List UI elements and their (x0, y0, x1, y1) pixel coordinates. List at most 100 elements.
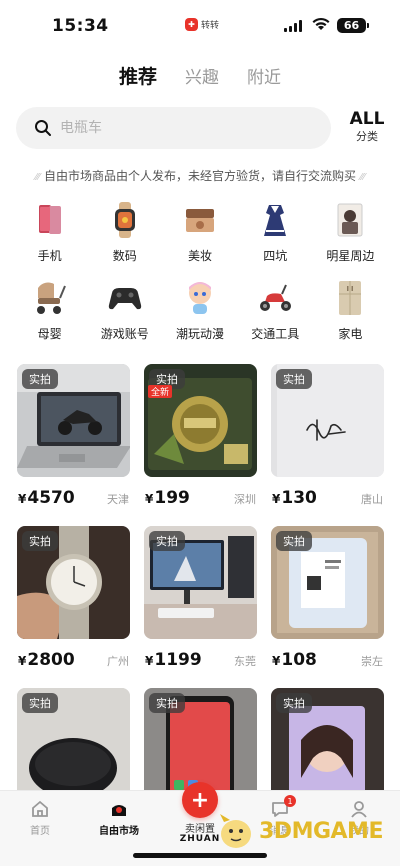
market-notice: ⁄⁄⁄ 自由市场商品由个人发布，未经官方验货，请自行交流购买 ⁄⁄⁄ (0, 167, 400, 184)
product-location: 唐山 (361, 493, 383, 506)
category-uniform[interactable]: 四坑 (238, 200, 313, 264)
market-icon (112, 805, 126, 816)
search-input[interactable] (60, 120, 280, 136)
category-label: 四坑 (263, 249, 288, 263)
category-label: 家电 (338, 327, 363, 341)
product-price: ¥130 (272, 488, 317, 508)
product-info: ¥2800 广州 (17, 650, 130, 670)
nav-free-market[interactable]: 自由市场 (89, 799, 149, 837)
price-value: 199 (154, 488, 190, 508)
product-location: 东莞 (234, 655, 256, 668)
app-logo-icon: ✚ (185, 18, 198, 31)
category-vehicles[interactable]: 交通工具 (238, 278, 313, 342)
real-photo-badge: 实拍 (276, 693, 312, 713)
category-grid: 手机 数码 美妆 四坑 明星周边 母婴 游戏账号 潮玩动漫 交通工具 家电 (12, 200, 388, 342)
product-image[interactable]: 实拍 (271, 688, 384, 801)
price-currency: ¥ (272, 492, 281, 506)
tab-nearby[interactable]: 附近 (247, 63, 281, 88)
category-cosmetics[interactable]: 美妆 (162, 200, 237, 264)
category-game-account[interactable]: 游戏账号 (87, 278, 162, 342)
product-image[interactable]: 实拍 (17, 364, 130, 477)
price-value: 2800 (27, 650, 75, 670)
category-label: 游戏账号 (100, 327, 149, 341)
product-image[interactable]: 实拍 (271, 526, 384, 639)
category-celebrity[interactable]: 明星周边 (313, 200, 388, 264)
home-indicator (133, 853, 267, 858)
category-label: 明星周边 (326, 249, 375, 263)
category-toys[interactable]: 潮玩动漫 (162, 278, 237, 342)
product-card[interactable]: 实拍 ¥2800 广州 (17, 526, 130, 670)
real-photo-badge: 实拍 (22, 369, 58, 389)
price-value: 1199 (154, 650, 202, 670)
message-count-badge: 1 (284, 795, 296, 807)
product-price: ¥1199 (145, 650, 202, 670)
product-image[interactable]: 实拍 (144, 526, 257, 639)
real-photo-badge: 实拍 (149, 531, 185, 551)
home-icon (32, 800, 48, 817)
product-price: ¥108 (272, 650, 317, 670)
price-currency: ¥ (18, 654, 27, 668)
product-card[interactable]: 实拍 (17, 688, 130, 801)
product-price: ¥4570 (18, 488, 75, 508)
search-box[interactable] (16, 107, 331, 149)
cosmetics-icon (180, 200, 220, 240)
category-baby[interactable]: 母婴 (12, 278, 87, 342)
product-location: 深圳 (234, 493, 256, 506)
category-phone[interactable]: 手机 (12, 200, 87, 264)
notice-deco-left: ⁄⁄⁄ (34, 172, 40, 183)
real-photo-badge: 实拍 (276, 369, 312, 389)
product-image[interactable]: 实拍 (271, 364, 384, 477)
product-card[interactable]: 实拍 (271, 688, 384, 801)
product-image[interactable]: 实拍 (17, 526, 130, 639)
nav-home[interactable]: 首页 (10, 799, 70, 837)
category-label: 手机 (37, 249, 62, 263)
product-card[interactable]: 实拍 ¥130 唐山 (271, 364, 384, 508)
product-info: ¥1199 东莞 (144, 650, 257, 670)
sell-button[interactable]: + (182, 782, 218, 818)
status-bar: 15:34 ✚ 转转 66 (0, 0, 400, 52)
category-label: 美妆 (187, 249, 212, 263)
dress-icon (255, 200, 295, 240)
nav-home-label: 首页 (30, 826, 50, 837)
watermark-text: 3DMGAME (259, 818, 383, 844)
battery-icon: 66 (337, 18, 369, 33)
gamepad-icon (105, 278, 145, 318)
price-currency: ¥ (145, 654, 154, 668)
all-categories-button[interactable]: ALL 分类 (346, 109, 388, 145)
product-card[interactable]: 实拍 ¥1199 东莞 (144, 526, 257, 670)
smartwatch-icon (105, 200, 145, 240)
status-app-indicator: ✚ 转转 (185, 18, 219, 31)
price-value: 130 (281, 488, 317, 508)
real-photo-badge: 实拍 (22, 531, 58, 551)
all-label: ALL (349, 109, 385, 129)
product-card[interactable]: 实拍 ¥108 崇左 (271, 526, 384, 670)
category-appliances[interactable]: 家电 (313, 278, 388, 342)
status-app-label: 转转 (201, 21, 220, 31)
price-value: 108 (281, 650, 317, 670)
product-image[interactable]: 实拍 (17, 688, 130, 801)
product-location: 天津 (107, 493, 129, 506)
watermark-mascot-icon (220, 814, 251, 848)
category-label: 潮玩动漫 (175, 327, 224, 341)
category-label: 交通工具 (251, 327, 300, 341)
real-photo-badge: 实拍 (22, 693, 58, 713)
wifi-icon (312, 17, 330, 30)
product-card[interactable]: 实拍 全新 ¥199 深圳 (144, 364, 257, 508)
tab-recommend[interactable]: 推荐 (119, 62, 157, 89)
nav-market-label: 自由市场 (99, 826, 139, 837)
appliance-icon (330, 278, 370, 318)
product-image[interactable]: 实拍 全新 (144, 364, 257, 477)
phone-icon (30, 200, 70, 240)
notice-deco-right: ⁄⁄⁄ (360, 172, 366, 183)
tab-interest[interactable]: 兴趣 (185, 63, 219, 88)
product-price: ¥2800 (18, 650, 75, 670)
real-photo-badge: 实拍 (276, 531, 312, 551)
category-label: 母婴 (37, 327, 62, 341)
product-card[interactable]: 实拍 ¥4570 天津 (17, 364, 130, 508)
notice-text: 自由市场商品由个人发布，未经官方验货，请自行交流购买 (43, 169, 356, 183)
product-location: 广州 (107, 655, 129, 668)
real-photo-badge: 实拍 (149, 693, 185, 713)
stroller-icon (30, 278, 70, 318)
top-tabs: 推荐 兴趣 附近 (0, 62, 400, 89)
category-digital[interactable]: 数码 (87, 200, 162, 264)
